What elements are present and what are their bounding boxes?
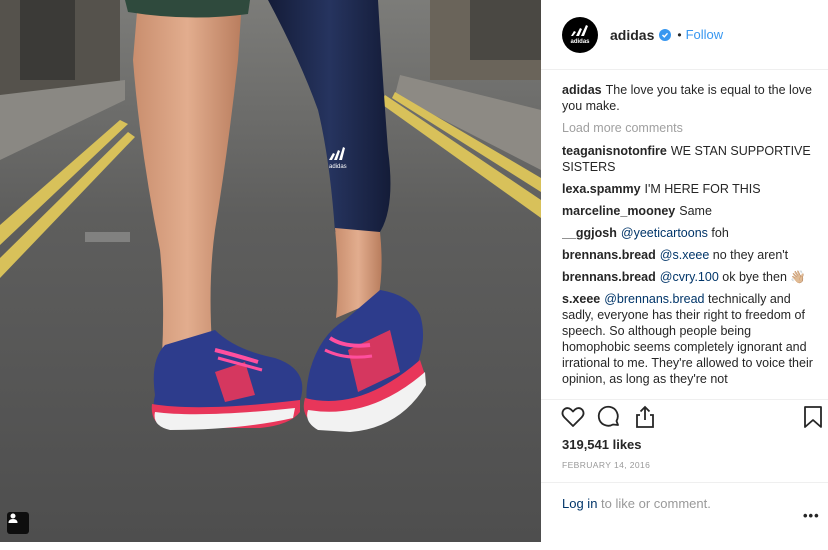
comment-text: foh (711, 226, 729, 240)
comment-username[interactable]: brennans.bread (562, 248, 656, 262)
separator-dot: • (677, 27, 682, 42)
svg-text:adidas: adidas (570, 39, 590, 45)
comment-item: marceline_mooney Same (562, 203, 820, 219)
comment-username[interactable]: marceline_mooney (562, 204, 675, 218)
caption: adidas The love you take is equal to the … (562, 82, 820, 114)
comment-username[interactable]: lexa.spammy (562, 182, 641, 196)
sneakers-photo: adidas (0, 0, 541, 542)
bookmark-icon[interactable] (800, 404, 826, 430)
share-icon[interactable] (632, 404, 658, 430)
comments-list[interactable]: adidas The love you take is equal to the … (562, 82, 820, 398)
load-more-comments-button[interactable]: Load more comments (562, 120, 820, 136)
likes-count[interactable]: 319,541 likes (562, 437, 642, 452)
comment-mention[interactable]: @brennans.bread (604, 292, 704, 306)
account-username[interactable]: adidas (610, 27, 654, 43)
heart-icon[interactable] (560, 404, 586, 430)
follow-button[interactable]: Follow (686, 27, 724, 42)
action-bar (560, 404, 828, 430)
comment-item: brennans.bread @cvry.100 ok bye then 👋🏼 (562, 269, 820, 285)
svg-text:adidas: adidas (329, 164, 347, 170)
post-header: adidas adidas • Follow (541, 0, 828, 70)
comment-item: __ggjosh @yeeticartoons foh (562, 225, 820, 241)
comment-username[interactable]: __ggjosh (562, 226, 617, 240)
comment-username[interactable]: brennans.bread (562, 270, 656, 284)
more-options-icon[interactable]: ••• (803, 508, 820, 523)
login-link[interactable]: Log in (562, 496, 597, 511)
comment-mention[interactable]: @yeeticartoons (621, 226, 708, 240)
comment-username[interactable]: teaganisnotonfire (562, 144, 667, 158)
comment-item: lexa.spammy I'M HERE FOR THIS (562, 181, 820, 197)
divider (541, 482, 828, 483)
comment-icon[interactable] (596, 404, 622, 430)
comment-text: Same (679, 204, 712, 218)
verified-badge-icon (659, 28, 672, 41)
login-prompt-text: to like or comment. (601, 496, 711, 511)
comment-mention[interactable]: @cvry.100 (660, 270, 719, 284)
comment-text: I'M HERE FOR THIS (644, 182, 761, 196)
comment-text: technically and sadly, everyone has thei… (562, 292, 813, 386)
comment-item: teaganisnotonfire WE STAN SUPPORTIVE SIST… (562, 143, 820, 175)
adidas-logo-icon: adidas (570, 24, 590, 45)
post-sidebar: adidas adidas • Follow adidas The love yo… (541, 0, 828, 542)
comment-item: brennans.bread @s.xeee no they aren't (562, 247, 820, 263)
comment-text: ok bye then 👋🏼 (722, 270, 806, 284)
caption-username[interactable]: adidas (562, 83, 602, 97)
divider (541, 399, 828, 400)
comment-item: s.xeee @brennans.bread technically and sa… (562, 291, 820, 387)
user-tag-icon[interactable] (7, 512, 29, 534)
post-date: FEBRUARY 14, 2016 (562, 460, 651, 470)
comment-username[interactable]: s.xeee (562, 292, 600, 306)
avatar[interactable]: adidas (562, 16, 598, 53)
comment-mention[interactable]: @s.xeee (660, 248, 710, 262)
post-photo[interactable]: adidas (0, 0, 541, 542)
login-prompt: Log in to like or comment. (562, 496, 711, 511)
comment-text: no they aren't (712, 248, 789, 262)
